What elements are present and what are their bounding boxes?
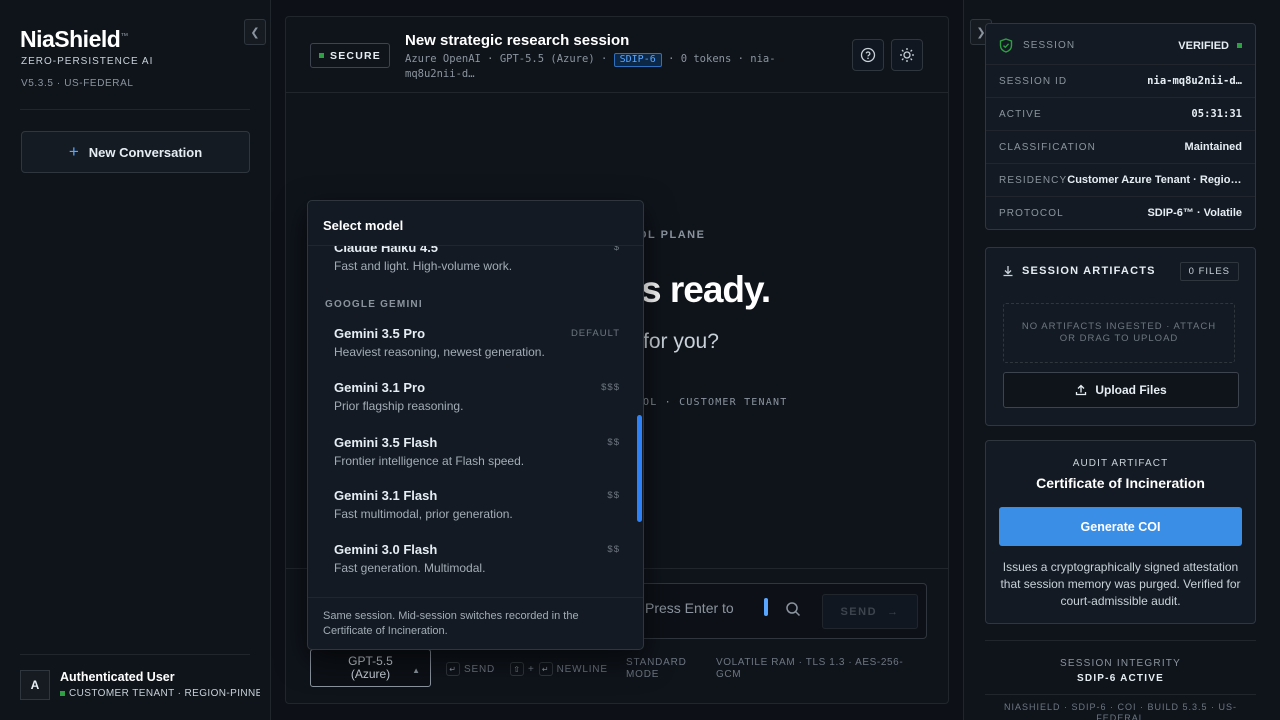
help-icon [860,47,876,63]
audit-card: AUDIT ARTIFACT Certificate of Incinerati… [985,440,1256,624]
session-row-classification: CLASSIFICATION Maintained [986,130,1255,163]
enter-key-icon: ↵ [446,662,460,676]
model-dropdown-title: Select model [323,218,404,233]
model-option[interactable]: Gemini 3.0 Flash Fast generation. Multim… [324,542,620,590]
theme-toggle-button[interactable] [891,39,923,71]
files-count-badge: 0 FILES [1179,262,1239,281]
chevron-left-icon: ❮ [250,26,260,39]
sun-icon [900,48,914,62]
user-name: Authenticated User [60,670,175,684]
model-option[interactable]: Gemini 3.1 Flash Fast multimodal, prior … [324,488,620,536]
session-meta: Azure OpenAI · GPT-5.5 (Azure) · SDIP-6 … [405,53,776,80]
brand-logo: NiaShield™ [20,26,128,52]
session-title[interactable]: New strategic research session [405,32,629,49]
upload-files-button[interactable]: Upload Files [1003,372,1239,408]
shift-key-icon: ⇧ [510,662,524,676]
model-list[interactable]: Claude Haiku 4.5 Fast and light. High-vo… [308,246,643,597]
model-option[interactable]: Claude Haiku 4.5 Fast and light. High-vo… [324,246,620,288]
chevron-up-icon: ▲ [412,666,420,675]
session-card-header: SESSION VERIFIED [986,24,1255,67]
audit-label: AUDIT ARTIFACT [1072,458,1169,469]
brand-tagline: ZERO-PERSISTENCE AI [21,56,154,67]
verified-dot-icon [1237,43,1242,48]
session-label: SESSION [1023,40,1076,51]
new-conversation-button[interactable]: + New Conversation [21,131,250,173]
build-divider [985,694,1256,695]
build-info: NIASHIELD · SDIP-6 · COI · BUILD 5.3.5 ·… [1003,702,1238,720]
control-plane-label: OL PLANE [638,229,706,241]
session-card: SESSION VERIFIED SESSION ID nia-mq8u2nii-… [985,23,1256,230]
model-option[interactable]: Gemini 3.1 Pro Prior flagship reasoning.… [324,380,620,428]
hero-tags: OL · CUSTOMER TENANT [643,397,788,408]
version-label: V5.3.5 · US-FEDERAL [21,78,134,89]
user-divider [20,654,250,655]
search-button[interactable] [785,601,801,622]
protocol-tag: SDIP-6 [613,53,662,67]
session-header: SECURE New strategic research session Az… [286,17,948,93]
search-icon [786,602,801,617]
dropdown-footer-divider [308,597,643,598]
audit-description: Issues a cryptographically signed attest… [1000,560,1241,608]
send-label: SEND [840,605,878,618]
session-row-active: ACTIVE 05:31:31 [986,97,1255,130]
mode-label: STANDARD MODE [626,657,687,680]
send-hint: ↵ SEND [446,662,495,676]
model-selector[interactable]: GPT-5.5 (Azure) ▲ [310,649,431,687]
dropdown-footer-note: Same session. Mid-session switches recor… [323,610,579,637]
secure-indicator-icon [319,53,324,58]
enter-key-icon: ↵ [538,662,553,676]
secure-badge: SECURE [310,43,390,68]
avatar[interactable]: A [20,670,50,700]
integrity-label: SESSION INTEGRITY [1060,658,1181,669]
left-sidebar: NiaShield™ ZERO-PERSISTENCE AI V5.3.5 · … [0,0,271,720]
session-row-protocol: PROTOCOL SDIP-6™ · Volatile [986,196,1255,229]
app-root: NiaShield™ ZERO-PERSISTENCE AI V5.3.5 · … [0,0,1280,720]
shield-check-icon [999,38,1013,53]
user-tenant: CUSTOMER TENANT · REGION-PINNED [60,688,260,699]
message-input[interactable]: Press Enter to [645,600,734,616]
model-selector-label: GPT-5.5 (Azure) [348,654,393,681]
right-panel: ❯ SESSION VERIFIED SESSION ID nia-mq8u2ni… [963,0,1280,720]
plus-icon: + [68,142,79,161]
session-status: VERIFIED [1178,39,1229,52]
group-label-google-gemini: GOOGLE GEMINI [325,299,423,310]
model-dropdown: Select model Claude Haiku 4.5 Fast and l… [307,200,644,650]
newline-hint: ⇧ + ↵ NEWLINE [510,662,608,676]
generate-coi-button[interactable]: Generate COI [999,507,1242,546]
artifacts-card: SESSION ARTIFACTS 0 FILES NO ARTIFACTS I… [985,247,1256,426]
model-option[interactable]: Gemini 3.5 Flash Frontier intelligence a… [324,435,620,483]
session-row-id: SESSION ID nia-mq8u2nii-d… [986,64,1255,97]
help-button[interactable] [852,39,884,71]
collapse-sidebar-button[interactable]: ❮ [244,19,266,45]
model-option[interactable]: Gemini 3.5 Pro Heaviest reasoning, newes… [324,326,620,374]
hero-subline: for you? [643,330,719,353]
security-label: VOLATILE RAM · TLS 1.3 · AES-256-GCM [716,657,904,680]
status-dot-icon [60,690,65,696]
new-conversation-label: New Conversation [88,144,203,160]
integrity-divider [985,640,1256,641]
upload-icon [1076,384,1087,396]
send-button[interactable]: SEND → [822,594,918,629]
upload-dropzone[interactable]: NO ARTIFACTS INGESTED · ATTACH OR DRAG T… [1003,303,1235,363]
hero-headline: s ready. [641,269,771,310]
download-icon [1003,266,1013,277]
integrity-value: SDIP-6 ACTIVE [1077,673,1164,684]
sidebar-divider [20,109,250,110]
text-cursor [764,598,768,616]
audit-title: Certificate of Incineration [1036,475,1205,491]
arrow-right-icon: → [887,605,900,618]
dropdown-scrollbar[interactable] [637,415,642,522]
session-row-residency: RESIDENCY Customer Azure Tenant · Region-… [986,163,1255,196]
artifacts-header: SESSION ARTIFACTS [1002,265,1156,277]
